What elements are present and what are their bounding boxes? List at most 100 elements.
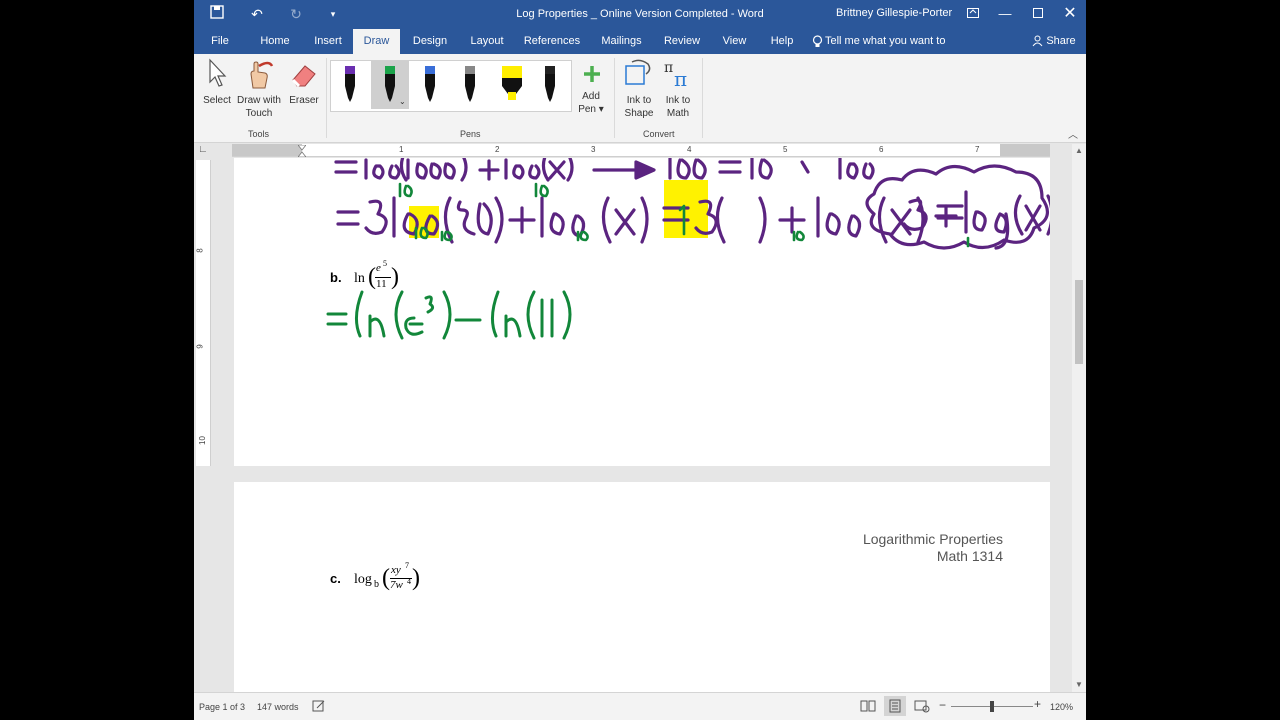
touch-hand-icon xyxy=(250,61,274,89)
tab-home[interactable]: Home xyxy=(254,29,296,54)
group-divider xyxy=(702,58,703,138)
word-window: ↶ ↻ ▾ Log Properties _ Online Version Co… xyxy=(194,0,1086,720)
document-page[interactable]: Logarithmic Properties Math 1314 c. log … xyxy=(234,482,1050,692)
scrollbar-thumb[interactable] xyxy=(1075,280,1083,364)
ln-function: ln xyxy=(354,271,365,286)
zoom-slider-thumb[interactable] xyxy=(990,701,994,712)
scroll-down-icon[interactable]: ▼ xyxy=(1075,680,1083,689)
ruler-number: 1 xyxy=(399,145,404,154)
share-icon[interactable] xyxy=(1030,29,1044,54)
read-mode-icon[interactable] xyxy=(860,699,876,715)
scroll-up-icon[interactable]: ▲ xyxy=(1075,146,1083,155)
tab-review[interactable]: Review xyxy=(661,29,703,54)
tab-file[interactable]: File xyxy=(204,29,236,54)
fraction-denominator: 11 xyxy=(376,278,387,290)
collapse-ribbon-icon[interactable]: ︿ xyxy=(1068,126,1078,141)
select-arrow-icon xyxy=(209,58,227,87)
ruler-number: 9 xyxy=(195,344,205,349)
tab-view[interactable]: View xyxy=(716,29,753,54)
svg-text:π: π xyxy=(664,60,673,76)
web-layout-icon[interactable] xyxy=(914,699,930,715)
ruler-left-margin xyxy=(232,144,302,156)
word-count[interactable]: 147 words xyxy=(257,702,299,712)
horizontal-ruler[interactable]: 1 2 3 4 5 6 7 xyxy=(232,144,1050,158)
user-name[interactable]: Brittney Gillespie-Porter xyxy=(836,7,952,19)
ruler-number: 2 xyxy=(495,145,500,154)
right-paren: ) xyxy=(412,565,420,591)
draw-with-touch-button[interactable]: Draw with Touch xyxy=(234,58,284,119)
close-icon[interactable]: ✕ xyxy=(1057,4,1083,24)
log-base: b xyxy=(374,579,379,590)
add-pen-label-1: Add xyxy=(582,91,600,102)
galaxy-pen-icon[interactable] xyxy=(421,64,439,104)
left-paren: ( xyxy=(382,565,390,591)
tab-layout[interactable]: Layout xyxy=(464,29,510,54)
ruler-number: 10 xyxy=(197,436,207,445)
minimize-icon[interactable]: — xyxy=(992,4,1018,24)
add-pen-button[interactable]: Add Pen ▾ xyxy=(576,64,606,124)
green-pen-icon[interactable] xyxy=(381,64,399,104)
ruler-number: 5 xyxy=(783,145,788,154)
pencil-icon[interactable] xyxy=(461,64,479,104)
ink-to-math-button[interactable]: ππ Ink to Math xyxy=(660,58,696,120)
tab-references[interactable]: References xyxy=(522,29,582,54)
page-count[interactable]: Page 1 of 3 xyxy=(199,702,245,712)
ribbon-tabs: File Home Insert Draw Design Layout Refe… xyxy=(194,29,1086,72)
add-pen-plus-icon xyxy=(584,66,600,82)
right-paren: ) xyxy=(391,264,399,290)
eraser-label: Eraser xyxy=(289,95,319,106)
ruler-number: 3 xyxy=(591,145,596,154)
problem-b-label: b. xyxy=(330,270,342,285)
purple-pen-icon[interactable] xyxy=(341,64,359,104)
document-page[interactable]: b. ln ( e 5 11 ) xyxy=(234,158,1050,466)
tab-draw[interactable]: Draw xyxy=(353,29,400,54)
pen-options-chevron-icon[interactable]: ⌄ xyxy=(399,97,406,106)
convert-group-label: Convert xyxy=(643,129,675,139)
tell-me-search[interactable]: Tell me what you want to do xyxy=(825,29,957,72)
vertical-ruler[interactable]: 8 9 10 xyxy=(196,160,211,466)
ink-to-math-label-2: Math xyxy=(666,108,690,119)
vertical-scrollbar[interactable]: ▲ ▼ xyxy=(1072,144,1086,692)
problem-c-label: c. xyxy=(330,571,341,586)
eraser-icon xyxy=(291,65,316,88)
group-divider xyxy=(614,58,615,138)
tab-design[interactable]: Design xyxy=(408,29,452,54)
tab-insert[interactable]: Insert xyxy=(308,29,348,54)
ribbon-display-options-icon[interactable] xyxy=(960,4,986,24)
zoom-in-button[interactable]: + xyxy=(1034,697,1041,711)
ink-to-math-label-1: Ink to xyxy=(665,95,691,106)
pi-icon: ππ xyxy=(664,60,687,90)
pen-gallery: ⌄ xyxy=(330,60,572,112)
maximize-icon[interactable] xyxy=(1025,4,1051,24)
fraction-numerator: e xyxy=(376,262,381,274)
tab-help[interactable]: Help xyxy=(765,29,799,54)
zoom-out-button[interactable]: − xyxy=(939,698,946,712)
tab-selector-icon[interactable]: ∟ xyxy=(198,145,208,155)
ink-to-shape-icon xyxy=(625,59,651,85)
log-function: log xyxy=(354,572,372,587)
print-layout-icon[interactable] xyxy=(884,696,906,716)
ink-to-shape-label-2: Shape xyxy=(624,108,654,119)
ink-to-shape-button[interactable]: Ink to Shape xyxy=(622,58,656,120)
select-button[interactable]: Select xyxy=(200,58,234,110)
ruler-right-margin xyxy=(1000,144,1050,156)
share-button[interactable]: Share xyxy=(1046,29,1076,54)
draw-ribbon: Select Draw with Touch Eraser Tools ⌄ Ad… xyxy=(194,54,1086,143)
fraction-denominator: 7w xyxy=(390,579,403,591)
fraction-numerator: xy xyxy=(391,564,401,576)
proofing-icon[interactable] xyxy=(312,699,326,715)
black-pen-icon[interactable] xyxy=(541,64,559,104)
ruler-number: 8 xyxy=(195,248,205,253)
indent-marker-icon[interactable] xyxy=(297,144,307,158)
header-line-2: Math 1314 xyxy=(936,548,1003,564)
zoom-level[interactable]: 120% xyxy=(1050,702,1073,712)
handwritten-ink-top xyxy=(326,158,1050,340)
highlighter-icon[interactable] xyxy=(499,64,525,104)
eraser-button[interactable]: Eraser xyxy=(286,58,322,110)
denominator-exponent: 4 xyxy=(407,577,411,586)
ruler-number: 4 xyxy=(687,145,692,154)
document-title: Log Properties _ Online Version Complete… xyxy=(516,8,764,20)
lightbulb-icon[interactable] xyxy=(809,29,825,54)
tab-mailings[interactable]: Mailings xyxy=(594,29,649,54)
pens-group-label: Pens xyxy=(460,129,481,139)
